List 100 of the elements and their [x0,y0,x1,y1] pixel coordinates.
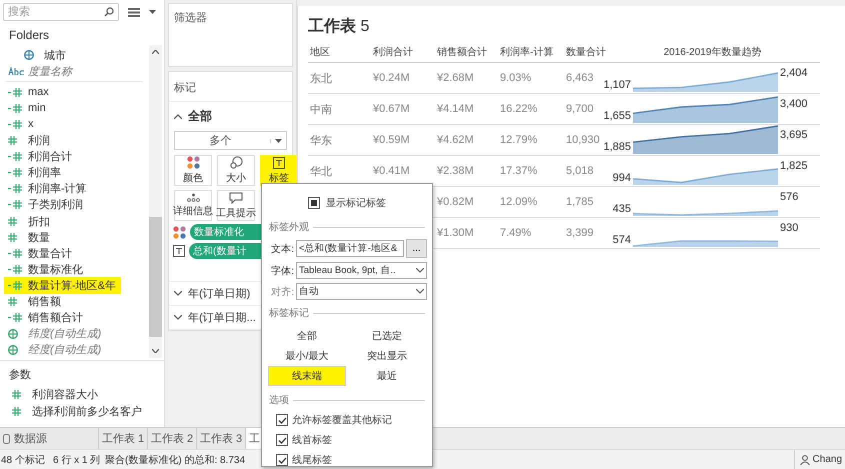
scroll-down-icon [152,349,159,353]
table-value: ¥4.14M [437,103,474,115]
field-name[interactable]: 销售额合计 [28,310,83,326]
chevron-icon [416,268,424,273]
dropdown[interactable]: Tableau Book, 9pt, 自.. [296,262,427,279]
hash-icon [8,297,17,306]
option-button[interactable]: 全部 [268,326,346,346]
column-header: 数量合计 [564,43,633,63]
marks-button[interactable]: 工具提示 [217,190,255,221]
collapse-icon [174,114,182,119]
field-name[interactable]: max [28,86,49,98]
field-name[interactable]: 利润 [28,133,50,148]
column-header: 销售额合计 [435,43,498,63]
field-name[interactable]: 数量标准化 [28,262,83,277]
scrollbar[interactable] [149,45,162,358]
table-value: ¥0.67M [373,103,410,115]
field-name[interactable]: 纬度(自动生成) [28,326,102,342]
more-button[interactable]: ... [406,239,427,258]
option-button[interactable]: 最小/最大 [268,346,346,366]
shelf-title[interactable]: 年(订单日期... [188,310,256,325]
mark-type-dropdown[interactable]: 多个 [174,131,287,150]
option-button[interactable]: 最近 [348,366,426,386]
shelf-title[interactable]: 年(订单日期) [188,286,250,301]
trend-start-value: 574 [612,234,632,248]
hash-icon [12,406,21,416]
filters-title: 筛选器 [173,11,208,26]
sheet-tab[interactable]: 工作表 3 [197,428,246,449]
abc-icon [8,67,26,76]
table-value: ¥0.59M [373,134,410,146]
marks-button[interactable]: 颜色 [174,155,212,186]
sheet-tab[interactable]: 工作表 2 [148,428,197,449]
field-label: 字体: [270,264,294,278]
field-name[interactable]: min [28,102,46,114]
marks-button[interactable]: 大小 [217,155,255,186]
field-name[interactable]: 数量合计 [28,246,72,261]
text-field[interactable]: <总和(数量计算-地区& [296,240,404,257]
field-name[interactable]: 销售额 [28,294,61,310]
trend-end-value: 2,404 [779,66,808,79]
field-name[interactable]: 数量 [28,230,50,245]
field-name[interactable]: 利润率-计算 [28,181,87,196]
calculated-hash-icon [8,313,22,322]
field-name[interactable]: 经度(自动生成) [28,342,102,358]
field-name[interactable]: x [28,118,34,130]
expand-icon [174,291,182,296]
check-icon [278,416,286,424]
field-name[interactable]: 利润率 [28,165,61,180]
table-value: 12.09% [500,196,538,208]
table-value: 17.37% [500,165,538,177]
field-name[interactable]: 利润合计 [28,149,72,164]
status-text: 聚合(数量标准化) 的总和: 8.734 [105,454,246,466]
check-icon [278,436,286,444]
table-value: 10,930 [566,134,600,146]
table-value: 12.79% [500,134,538,146]
region-name: 中南 [310,102,332,116]
sheet-tab[interactable]: 数据源 [0,428,99,449]
search-field[interactable]: 搜索 [3,3,119,21]
text-label-icon [273,156,285,168]
field-name[interactable]: 度量名称 [28,64,72,79]
dots-icon [186,156,200,169]
parameter-name[interactable]: 利润容器大小 [32,386,98,402]
database-icon [3,434,10,444]
sheet-title: 工作表 5 [308,16,370,37]
field-name[interactable]: 城市 [44,48,66,63]
checkbox[interactable] [276,434,288,446]
marks-button[interactable]: 详细信息 [174,190,212,221]
sheet-tab[interactable]: 工作表 1 [99,428,148,449]
parameter-name[interactable]: 选择利润前多少名客户 [32,404,142,419]
trend-end-value: 3,695 [779,128,808,141]
table-value: 3,399 [566,227,594,239]
trend-start-value: 1,655 [603,110,632,124]
column-header: 2016-2019年数量趋势 [633,43,820,63]
option-button[interactable]: 线末端 [268,366,346,386]
checkbox-label: 显示标记标签 [326,196,386,210]
table-value: 9.03% [500,72,532,84]
trend-start-value: 994 [612,172,632,186]
highlighted-field[interactable]: 数量计算-地区&年 [4,277,121,294]
section-title: 标签标记 [269,306,309,320]
dots-icon [186,193,200,202]
trend-end-value: 1,825 [779,159,808,172]
table-value: ¥2.38M [437,165,474,177]
checkbox[interactable] [276,414,288,426]
field-name[interactable]: 折扣 [28,214,50,229]
user-name[interactable]: Chang [812,454,842,465]
scroll-up-icon [152,50,159,54]
table-value: ¥0.82M [437,196,474,208]
checkbox[interactable] [276,454,288,466]
speech-bubble-icon [229,192,243,204]
dropdown[interactable]: 自动 [296,283,427,300]
chevron-icon [416,289,424,294]
region-name: 华北 [310,164,332,178]
calculated-hash-icon [8,184,22,194]
search-icon [104,7,114,17]
option-button[interactable]: 已选定 [348,326,426,346]
option-button[interactable]: 突出显示 [348,346,426,366]
trend-start-value: 435 [612,203,632,217]
table-value: ¥0.24M [373,72,410,84]
checkbox[interactable] [308,197,320,209]
calculated-hash-icon [8,104,22,113]
field-name[interactable]: 数量计算-地区&年 [28,278,116,294]
field-name[interactable]: 子类别利润 [28,197,83,212]
